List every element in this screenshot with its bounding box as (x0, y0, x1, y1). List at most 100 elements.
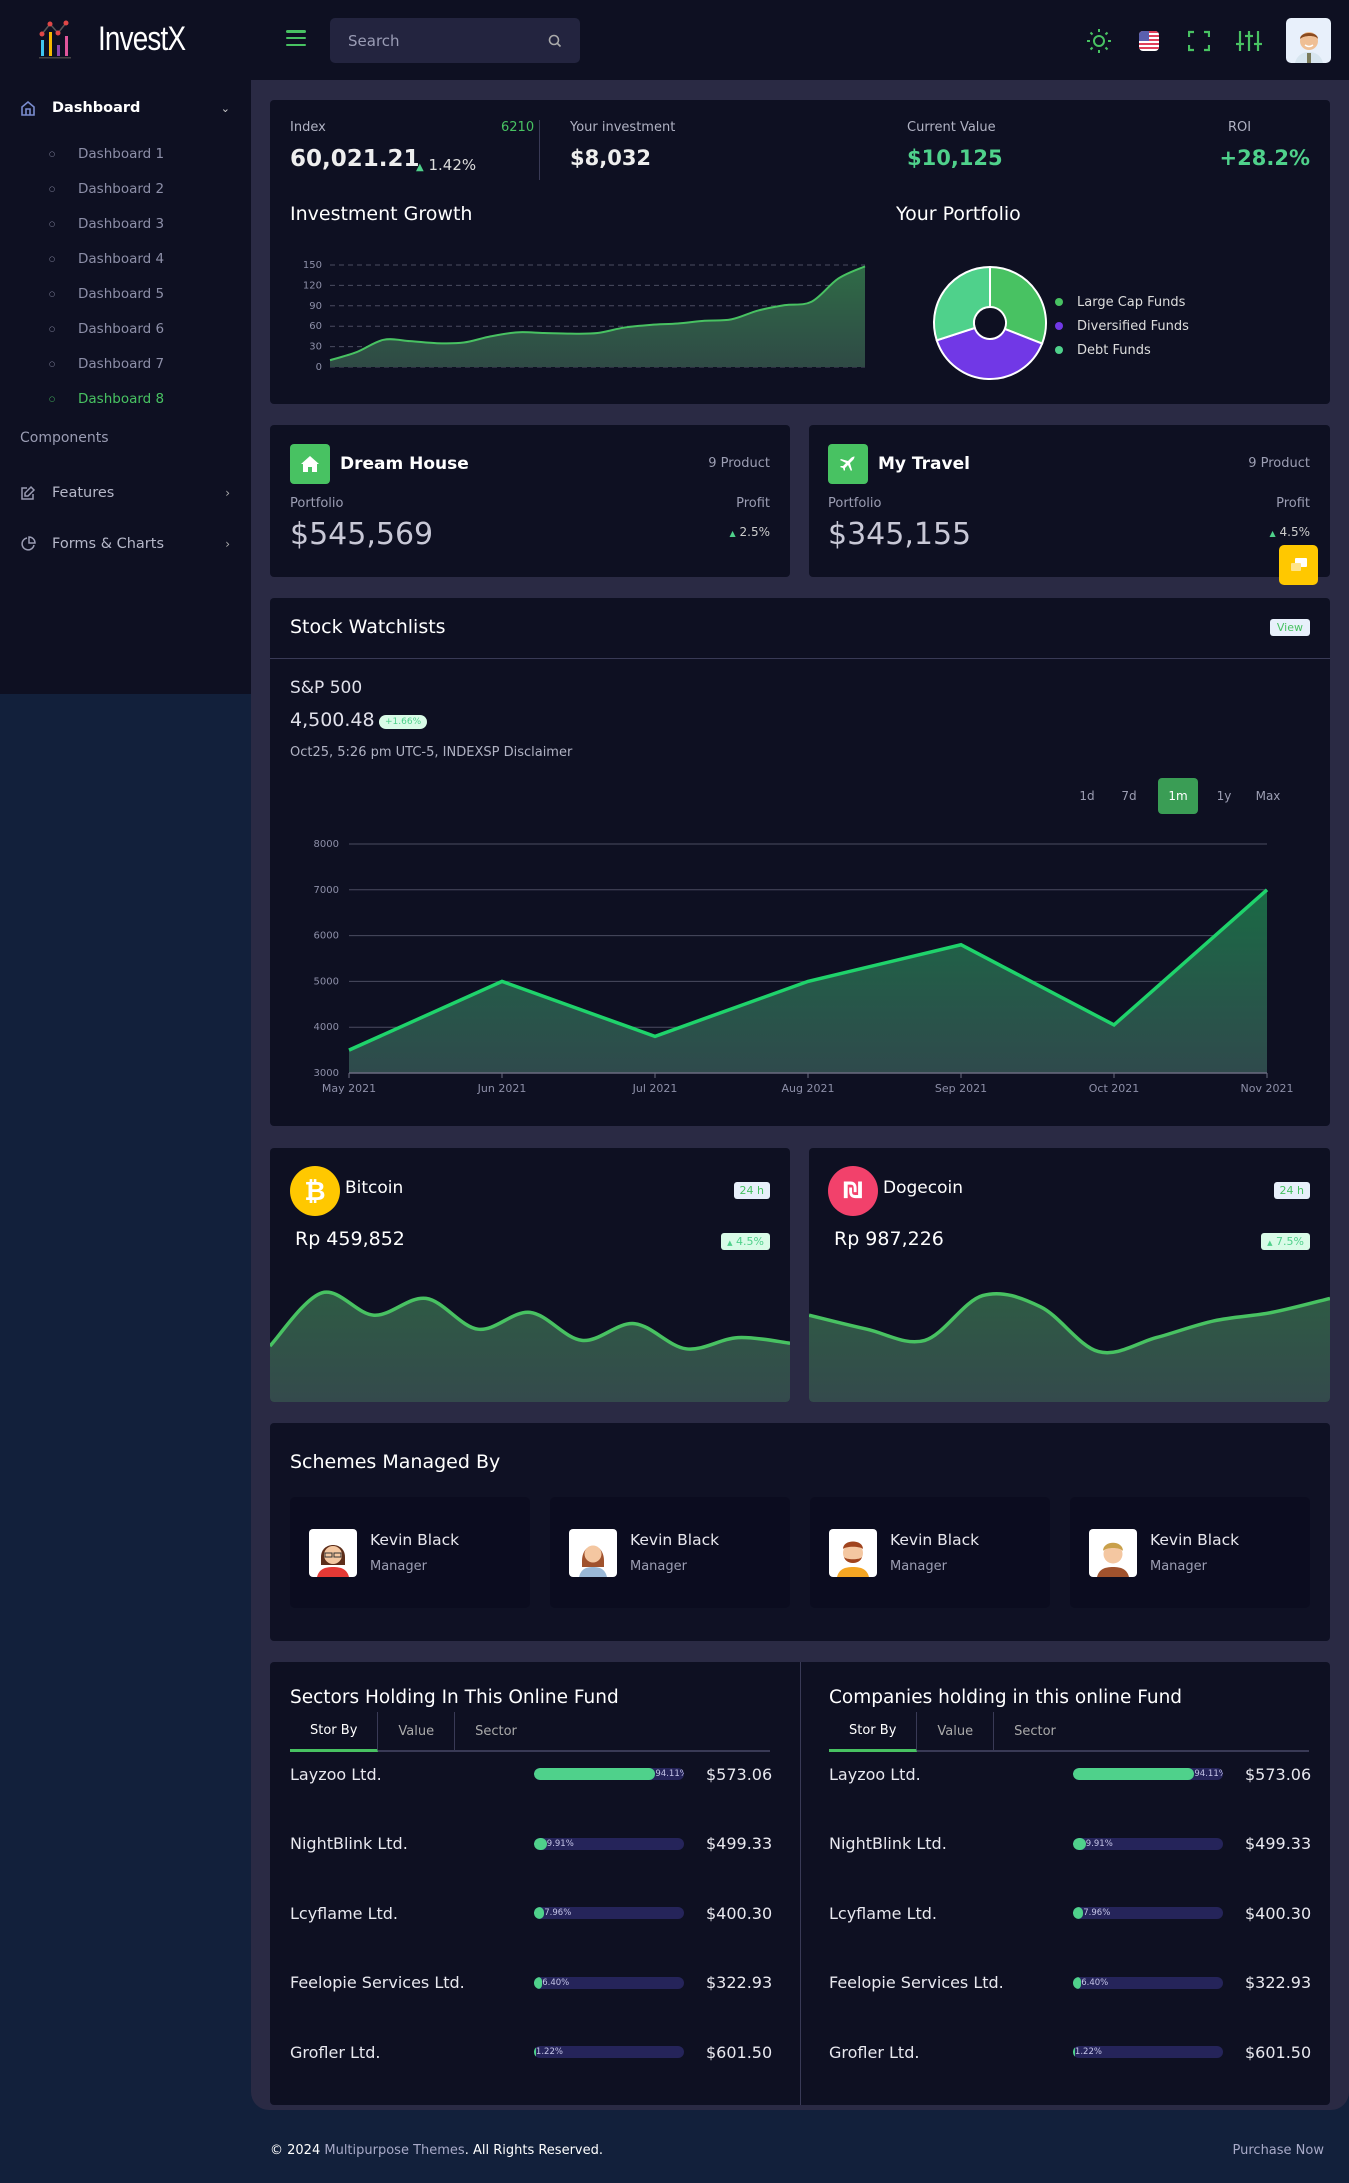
manager-role: Manager (1150, 1559, 1207, 1574)
tab-sector[interactable]: Sector (994, 1712, 1076, 1750)
chat-button[interactable] (1279, 545, 1318, 585)
range-1y-button[interactable]: 1y (1204, 778, 1244, 814)
range-max-button[interactable]: Max (1248, 778, 1288, 814)
theme-toggle-button[interactable] (1074, 19, 1124, 63)
sidebar-subitem-dashboard-5[interactable]: ○ Dashboard 5 (46, 276, 164, 311)
progress-label: 1.22% (535, 2047, 563, 2057)
sidebar-item-forms-charts[interactable]: Forms & Charts › (20, 536, 230, 552)
company-name: Lcyflame Ltd. (290, 1903, 399, 1923)
manager-card[interactable]: Kevin Black Manager (550, 1497, 790, 1608)
legend-item: Debt Funds (1055, 338, 1189, 362)
view-button[interactable]: View (1269, 619, 1310, 636)
holding-row: Lcyflame Ltd. 7.96% $400.30 (829, 1898, 1311, 1928)
sort-tabs: Stor By Value Sector (829, 1712, 1309, 1752)
language-button[interactable] (1124, 19, 1174, 63)
profit-label: Profit (736, 496, 770, 511)
portfolio-label: Portfolio (828, 496, 882, 511)
circle-icon: ○ (48, 324, 56, 333)
tab-sector[interactable]: Sector (455, 1712, 537, 1750)
tab-value[interactable]: Value (378, 1712, 456, 1750)
y-tick-label: 6000 (314, 931, 339, 942)
manager-name: Kevin Black (890, 1531, 980, 1549)
search-icon[interactable] (548, 34, 562, 48)
manager-avatar (829, 1529, 877, 1577)
settings-button[interactable] (1224, 19, 1274, 63)
sidebar-subitem-dashboard-3[interactable]: ○ Dashboard 3 (46, 206, 164, 241)
y-tick-label: 90 (309, 301, 322, 312)
goal-products: 9 Product (1248, 456, 1310, 471)
x-tick-label: Jul 2021 (632, 1082, 678, 1095)
x-tick-label: May 2021 (322, 1082, 376, 1095)
company-name: Layzoo Ltd. (290, 1764, 382, 1784)
progress-label: 6.40% (1081, 1977, 1109, 1988)
area-fill (809, 1293, 1330, 1402)
index-name: S&P 500 (290, 678, 363, 698)
y-tick-label: 60 (309, 321, 322, 332)
home-icon (21, 100, 35, 116)
search-box[interactable] (330, 18, 580, 63)
panel-title: Sectors Holding In This Online Fund (290, 1687, 619, 1708)
fullscreen-icon (1188, 30, 1210, 51)
progress-bar: 1.22% (534, 2046, 684, 2058)
fullscreen-button[interactable] (1174, 19, 1224, 63)
purchase-now-link[interactable]: Purchase Now (1233, 2143, 1324, 2158)
holding-amount: $400.30 (706, 1903, 773, 1923)
logo[interactable]: InvestX (38, 18, 204, 60)
area-fill (330, 266, 865, 367)
caret-up-icon: ▲ (727, 1239, 733, 1247)
x-tick-label: Nov 2021 (1241, 1082, 1294, 1095)
range-1d-button[interactable]: 1d (1067, 778, 1107, 814)
manager-name: Kevin Black (630, 1531, 720, 1549)
y-tick-label: 4000 (314, 1022, 339, 1033)
footer-copyright: © 2024 Multipurpose Themes. All Rights R… (270, 2143, 603, 2158)
sidebar-item-dashboard[interactable]: Dashboard ⌄ (20, 100, 230, 116)
goal-profit: ▲ 4.5% (1269, 525, 1310, 539)
menu-icon[interactable] (286, 30, 306, 46)
search-input[interactable] (348, 31, 528, 50)
goal-card-dream-house[interactable]: Dream House 9 Product Portfolio Profit $… (270, 425, 790, 577)
sidebar-subitem-dashboard-4[interactable]: ○ Dashboard 4 (46, 241, 164, 276)
holding-amount: $601.50 (706, 2042, 773, 2062)
company-link[interactable]: Multipurpose Themes (324, 2143, 464, 2158)
manager-role: Manager (890, 1559, 947, 1574)
sidebar-item-features[interactable]: Features › (20, 485, 230, 501)
edit-icon (21, 485, 36, 500)
tab-sort-by[interactable]: Stor By (290, 1712, 379, 1752)
x-tick-label: Jun 2021 (477, 1082, 527, 1095)
app-title: InvestX (98, 19, 186, 58)
index-value: 60,021.21 (290, 146, 420, 172)
holding-row: Feelopie Services Ltd. 6.40% $322.93 (829, 1968, 1311, 1998)
index-change: ▲ 1.42% (416, 156, 477, 174)
index-meta: Oct25, 5:26 pm UTC-5, INDEXSP Disclaimer (290, 745, 573, 760)
manager-card[interactable]: Kevin Black Manager (290, 1497, 530, 1608)
sidebar-subitem-dashboard-2[interactable]: ○ Dashboard 2 (46, 171, 164, 206)
goal-card-my-travel[interactable]: My Travel 9 Product Portfolio Profit $34… (809, 425, 1330, 577)
sidebar-subitem-dashboard-6[interactable]: ○ Dashboard 6 (46, 311, 164, 346)
progress-fill (1073, 1907, 1084, 1919)
tab-sort-by[interactable]: Stor By (829, 1712, 918, 1752)
circle-icon: ○ (48, 149, 56, 158)
logo-icon (39, 20, 71, 59)
pie-slice-debt-funds (933, 265, 991, 342)
top-bar: InvestX (0, 0, 1349, 80)
holding-amount: $573.06 (1245, 1764, 1312, 1784)
company-name: Feelopie Services Ltd. (290, 1973, 465, 1992)
circle-icon: ○ (48, 394, 56, 403)
manager-card[interactable]: Kevin Black Manager (810, 1497, 1050, 1608)
manager-card[interactable]: Kevin Black Manager (1070, 1497, 1310, 1608)
sidebar-subitem-dashboard-8[interactable]: ○ Dashboard 8 (46, 381, 164, 416)
range-7d-button[interactable]: 7d (1109, 778, 1149, 814)
progress-bar: 6.40% (534, 1976, 684, 1989)
sidebar-subitem-dashboard-1[interactable]: ○ Dashboard 1 (46, 136, 164, 171)
holding-row: Layzoo Ltd. 94.11% $573.06 (829, 1759, 1312, 1789)
sidebar-subitem-dashboard-7[interactable]: ○ Dashboard 7 (46, 346, 164, 381)
tab-value[interactable]: Value (917, 1712, 995, 1750)
index-value: 4,500.48 (290, 709, 375, 731)
divider (270, 658, 1330, 659)
progress-label: 6.40% (542, 1977, 570, 1988)
crypto-price: Rp 987,226 (834, 1228, 944, 1250)
company-name: Lcyflame Ltd. (829, 1903, 938, 1923)
range-1m-button[interactable]: 1m (1158, 778, 1198, 814)
y-tick-label: 8000 (314, 839, 339, 850)
user-avatar[interactable] (1286, 18, 1331, 63)
